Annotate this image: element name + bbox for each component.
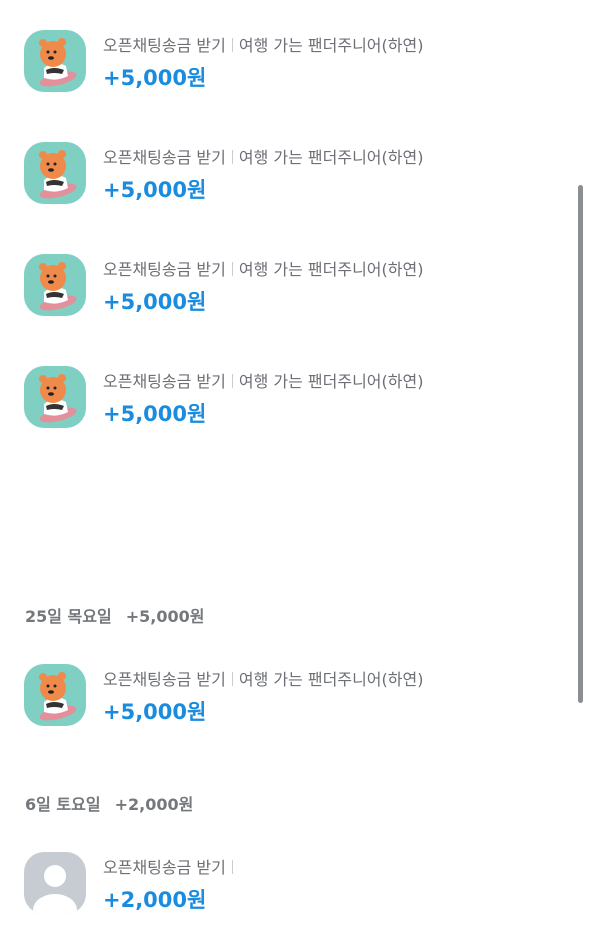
transaction-title: 오픈채팅송금 받기 <box>103 372 226 391</box>
transaction-description: 오픈채팅송금 받기 여행 가는 팬더주니어(하연) <box>103 32 423 56</box>
transaction-description: 오픈채팅송금 받기 여행 가는 팬더주니어(하연) <box>103 144 423 168</box>
transaction-sender: 여행 가는 팬더주니어(하연) <box>238 260 424 279</box>
day-label: 6일 토요일 <box>25 795 101 814</box>
transaction-sender: 여행 가는 팬더주니어(하연) <box>238 148 424 167</box>
transaction-amount: +5,000원 <box>103 290 207 314</box>
day-label: 25일 목요일 <box>25 607 112 626</box>
transaction-sender: 여행 가는 팬더주니어(하연) <box>238 670 424 689</box>
panda-junior-avatar-icon <box>24 366 86 428</box>
transaction-amount: +5,000원 <box>103 178 207 202</box>
divider <box>231 860 233 874</box>
divider <box>231 374 233 388</box>
transaction-row[interactable]: 오픈채팅송금 받기 +2,000원 <box>0 852 589 942</box>
transaction-title: 오픈채팅송금 받기 <box>103 670 226 689</box>
day-total: +5,000원 <box>125 607 205 626</box>
divider <box>231 150 233 164</box>
transaction-title: 오픈채팅송금 받기 <box>103 148 226 167</box>
transaction-sender: 여행 가는 팬더주니어(하연) <box>238 36 424 55</box>
day-header: 25일 목요일 +5,000원 <box>25 603 204 627</box>
divider <box>231 262 233 276</box>
transaction-description: 오픈채팅송금 받기 여행 가는 팬더주니어(하연) <box>103 256 423 280</box>
vertical-scrollbar[interactable] <box>578 185 583 703</box>
panda-junior-avatar-icon <box>24 30 86 92</box>
transaction-sender: 여행 가는 팬더주니어(하연) <box>238 372 424 391</box>
transaction-amount: +5,000원 <box>103 66 207 90</box>
day-header: 6일 토요일 +2,000원 <box>25 791 193 815</box>
transaction-row[interactable]: 오픈채팅송금 받기 여행 가는 팬더주니어(하연) +5,000원 <box>0 142 589 232</box>
panda-junior-avatar-icon <box>24 142 86 204</box>
transaction-row[interactable]: 오픈채팅송금 받기 여행 가는 팬더주니어(하연) +5,000원 <box>0 366 589 456</box>
panda-junior-avatar-icon <box>24 254 86 316</box>
transaction-description: 오픈채팅송금 받기 여행 가는 팬더주니어(하연) <box>103 666 423 690</box>
transaction-description: 오픈채팅송금 받기 <box>103 854 239 878</box>
default-profile-avatar-icon <box>24 852 86 914</box>
divider <box>231 672 233 686</box>
transaction-title: 오픈채팅송금 받기 <box>103 36 226 55</box>
transaction-description: 오픈채팅송금 받기 여행 가는 팬더주니어(하연) <box>103 368 423 392</box>
transaction-amount: +5,000원 <box>103 700 207 724</box>
transaction-title: 오픈채팅송금 받기 <box>103 260 226 279</box>
transaction-amount: +5,000원 <box>103 402 207 426</box>
panda-junior-avatar-icon <box>24 664 86 726</box>
transaction-row[interactable]: 오픈채팅송금 받기 여행 가는 팬더주니어(하연) +5,000원 <box>0 30 589 120</box>
day-total: +2,000원 <box>114 795 194 814</box>
divider <box>231 38 233 52</box>
transaction-row[interactable]: 오픈채팅송금 받기 여행 가는 팬더주니어(하연) +5,000원 <box>0 664 589 754</box>
transaction-row[interactable]: 오픈채팅송금 받기 여행 가는 팬더주니어(하연) +5,000원 <box>0 254 589 344</box>
transaction-title: 오픈채팅송금 받기 <box>103 858 226 877</box>
transaction-amount: +2,000원 <box>103 888 207 912</box>
